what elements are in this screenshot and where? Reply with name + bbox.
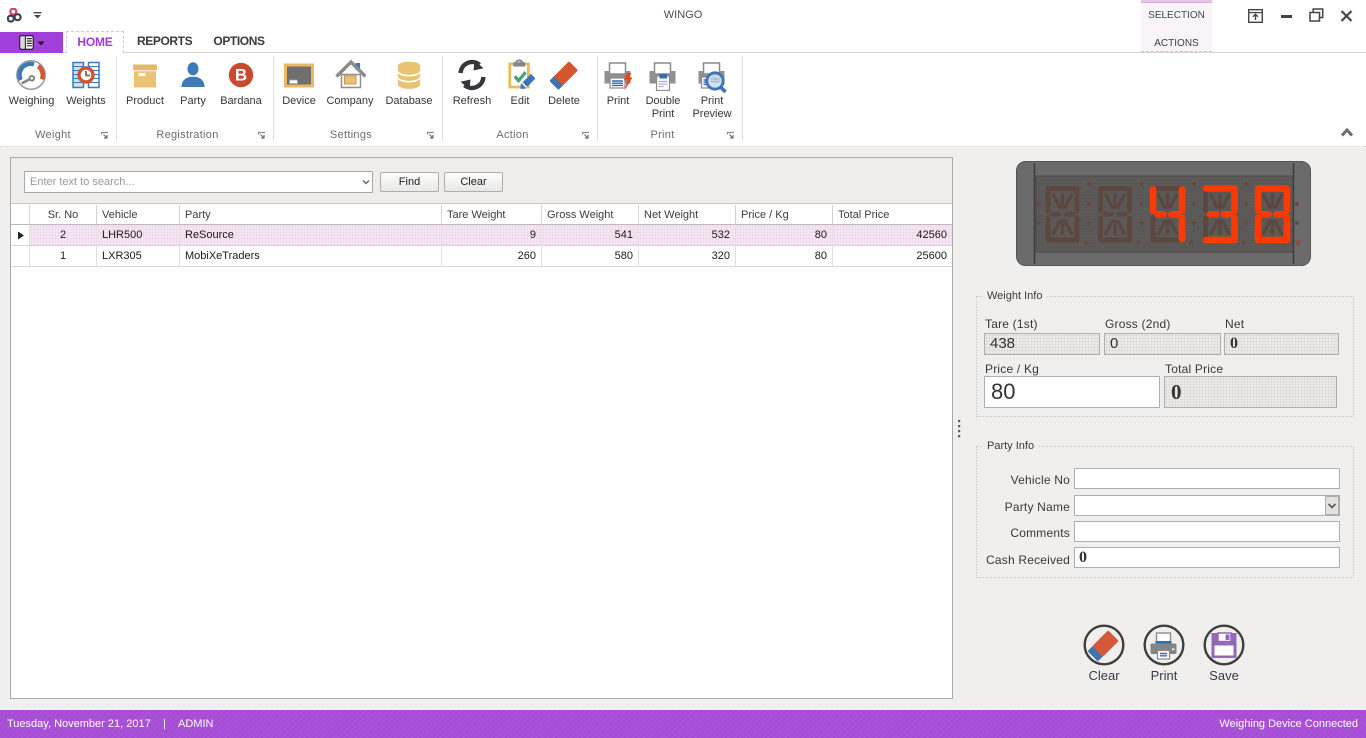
svg-text:B: B bbox=[235, 66, 247, 85]
